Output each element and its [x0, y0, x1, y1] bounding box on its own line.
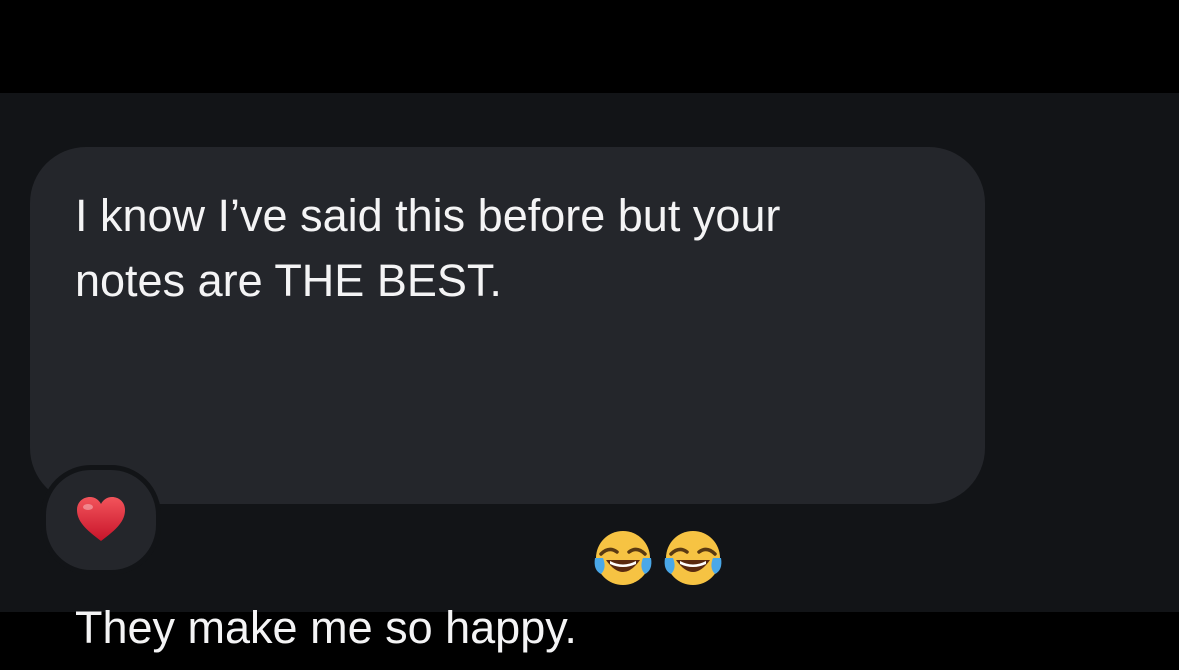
message-line-3: They make me so happy.: [75, 398, 945, 660]
message-bubble[interactable]: I know I’ve said this before but your no…: [30, 147, 985, 653]
message-line-3-text: They make me so happy.: [75, 602, 577, 653]
heart-icon: [77, 497, 125, 541]
face-with-tears-of-joy-icon: [663, 398, 723, 585]
message-line-2: notes are THE BEST.: [75, 255, 502, 306]
top-bar: [0, 0, 1179, 93]
reaction-badge[interactable]: [41, 465, 161, 575]
message-line-1: I know I’ve said this before but your: [75, 190, 781, 241]
face-with-tears-of-joy-icon: [593, 398, 653, 585]
